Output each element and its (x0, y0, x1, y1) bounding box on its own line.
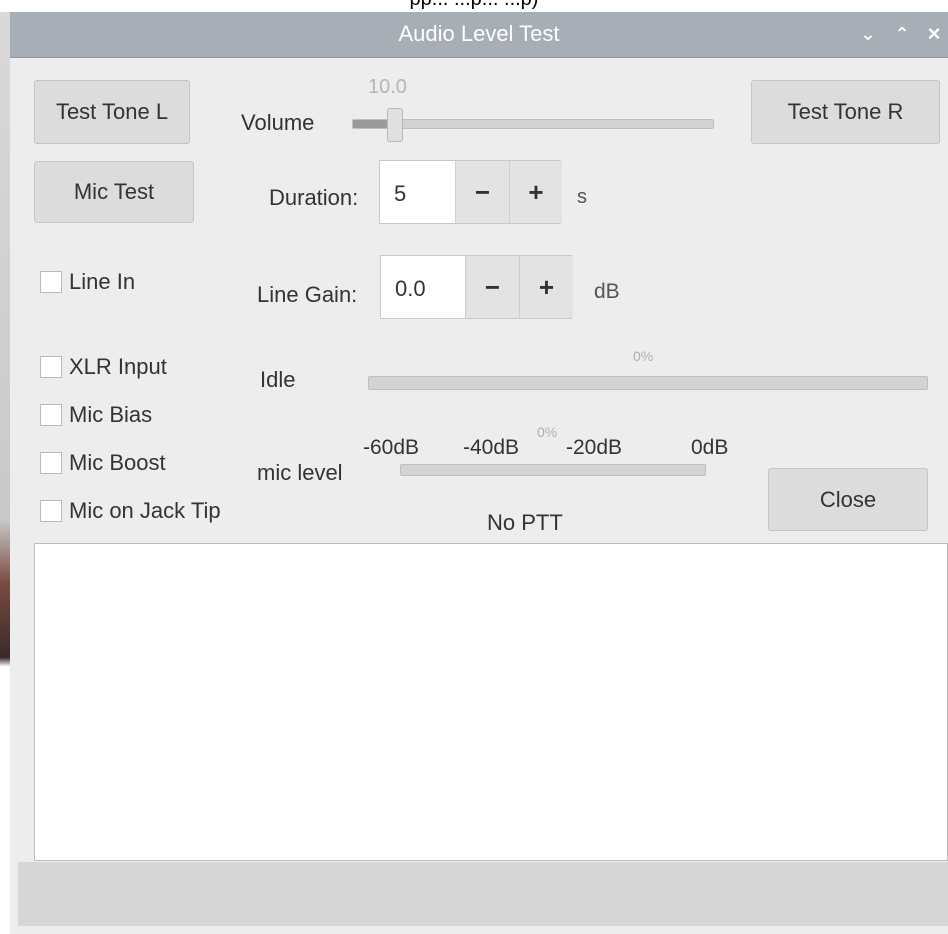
log-textarea[interactable] (34, 543, 948, 861)
volume-slider-handle[interactable] (386, 108, 403, 142)
mic-level-meter (400, 464, 706, 476)
test-tone-l-button[interactable]: Test Tone L (34, 80, 190, 144)
mic-level-percent: 0% (537, 424, 558, 440)
ptt-status: No PTT (487, 510, 563, 535)
duration-spinbox[interactable]: 5 − + (379, 160, 562, 224)
progress-percent: 0% (633, 348, 654, 364)
mic-boost-checkbox[interactable] (40, 452, 62, 474)
line-gain-decrement-button[interactable]: − (465, 256, 519, 318)
close-button[interactable]: Close (768, 468, 928, 531)
volume-value: 10.0 (368, 76, 407, 98)
status-bar (18, 862, 948, 926)
line-gain-label: Line Gain: (257, 282, 358, 307)
close-window-icon[interactable]: × (922, 21, 946, 47)
mic-boost-label[interactable]: Mic Boost (69, 450, 166, 476)
test-tone-r-button[interactable]: Test Tone R (751, 80, 940, 144)
mic-level-scale-2: -20dB (566, 436, 623, 459)
xlr-input-checkbox[interactable] (40, 356, 62, 378)
mic-on-jack-tip-checkbox[interactable] (40, 500, 62, 522)
line-in-label[interactable]: Line In (69, 269, 135, 295)
line-in-checkbox[interactable] (40, 271, 62, 293)
mic-on-jack-tip-label[interactable]: Mic on Jack Tip (69, 498, 221, 524)
duration-value[interactable]: 5 (394, 181, 406, 207)
line-gain-unit: dB (594, 280, 620, 303)
mic-bias-label[interactable]: Mic Bias (69, 402, 152, 428)
progress-bar (368, 376, 928, 390)
maximize-icon[interactable]: ⌃ (890, 21, 914, 47)
volume-label: Volume (241, 110, 315, 135)
mic-level-scale-3: 0dB (691, 436, 729, 459)
desktop-background-edge (0, 12, 10, 934)
mic-level-label: mic level (257, 460, 343, 485)
mic-level-scale-1: -40dB (463, 436, 520, 459)
xlr-input-label[interactable]: XLR Input (69, 354, 167, 380)
duration-increment-button[interactable]: + (509, 161, 562, 223)
line-gain-value[interactable]: 0.0 (395, 276, 426, 302)
background-caption: pp... ...p... ...p) (0, 0, 948, 12)
duration-decrement-button[interactable]: − (455, 161, 509, 223)
status-idle-label: Idle (260, 367, 296, 392)
line-gain-spinbox[interactable]: 0.0 − + (380, 255, 573, 319)
audio-level-test-window: Audio Level Test ⌄ ⌃ × Test Tone L 10.0 … (10, 12, 948, 934)
duration-label: Duration: (269, 185, 359, 210)
volume-slider-trough[interactable] (352, 119, 714, 129)
log-text[interactable] (35, 544, 947, 560)
mic-level-scale-0: -60dB (363, 436, 420, 459)
window-title: Audio Level Test (398, 21, 560, 46)
mic-test-button[interactable]: Mic Test (34, 161, 194, 223)
minimize-icon[interactable]: ⌄ (856, 21, 880, 47)
duration-unit: s (577, 186, 587, 208)
mic-bias-checkbox[interactable] (40, 404, 62, 426)
line-gain-increment-button[interactable]: + (519, 256, 573, 318)
titlebar: Audio Level Test ⌄ ⌃ × (10, 12, 948, 58)
